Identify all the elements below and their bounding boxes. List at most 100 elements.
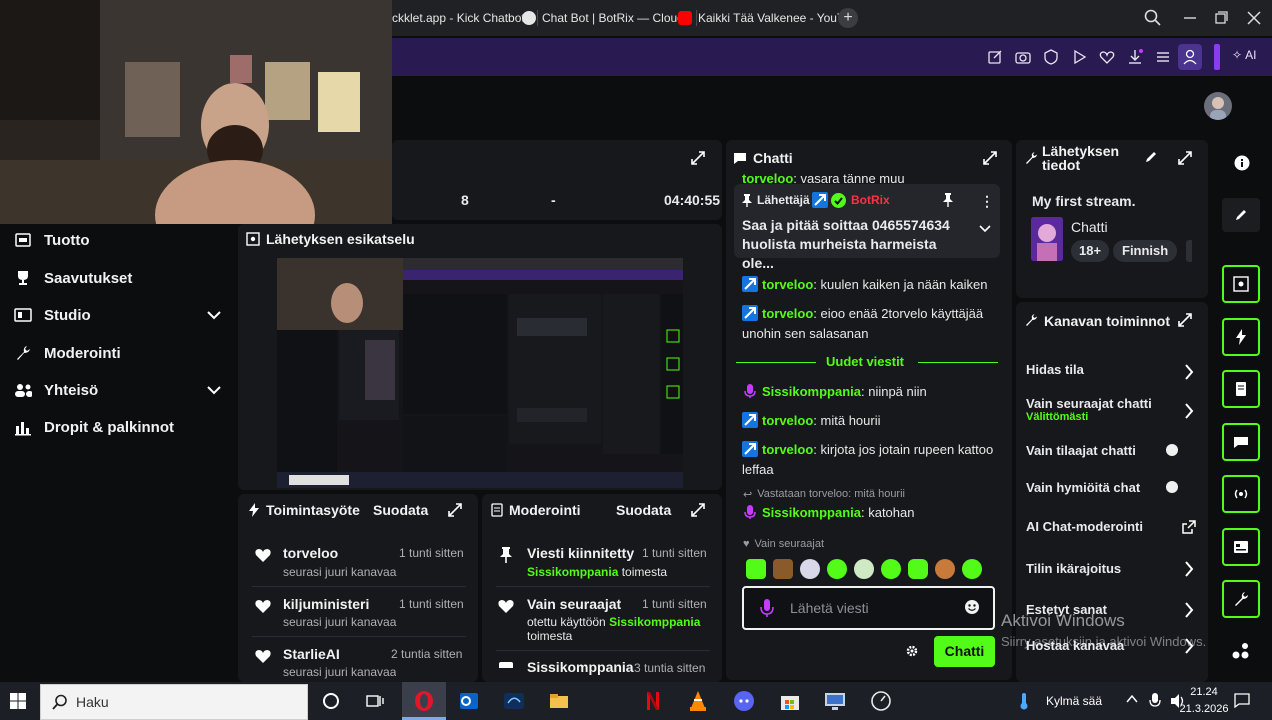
activity-user[interactable]: kiljuministeri (283, 596, 369, 612)
emote-icon[interactable] (935, 559, 955, 579)
sidebar-item-dropit[interactable]: Dropit & palkinnot (14, 416, 222, 438)
profile-button[interactable] (1178, 44, 1202, 70)
chevron-down-icon[interactable] (206, 310, 222, 320)
sidebar-item-tuotto[interactable]: Tuotto (14, 229, 222, 251)
new-tab-button[interactable]: + (838, 8, 858, 28)
emote-icon[interactable] (827, 559, 847, 579)
play-icon[interactable] (1070, 48, 1088, 66)
category-name[interactable]: Chatti (1071, 219, 1108, 235)
activity-user[interactable]: torveloo (283, 545, 338, 561)
chat-username[interactable]: torveloo (762, 442, 813, 457)
microsoft-store-icon[interactable] (773, 686, 807, 716)
popout-icon[interactable] (690, 150, 706, 166)
rail-chat-button[interactable] (1222, 423, 1260, 461)
file-explorer-icon[interactable] (542, 686, 576, 716)
action-slow-mode[interactable]: Hidas tila (1026, 362, 1202, 382)
minimize-window-icon[interactable] (1180, 8, 1200, 28)
clock-date[interactable]: 21.3.2026 (1170, 703, 1238, 715)
clock-app-icon[interactable] (864, 686, 898, 716)
emote-icon[interactable] (881, 559, 901, 579)
emote-icon[interactable] (962, 559, 982, 579)
rail-stream-info-button[interactable] (1222, 528, 1260, 566)
chat-username[interactable]: torveloo (762, 277, 813, 292)
reply-context[interactable]: ↩ Vastataan torveloo: mitä hourii (743, 488, 905, 501)
popout-icon[interactable] (447, 502, 463, 518)
preview-video[interactable] (277, 258, 683, 488)
chevron-up-icon[interactable] (1126, 694, 1138, 704)
notification-icon[interactable] (1234, 692, 1250, 708)
disney-plus-icon[interactable] (497, 686, 531, 716)
emoji-icon[interactable] (965, 600, 979, 614)
chat-username[interactable]: torveloo (762, 413, 813, 428)
emote-icon[interactable] (854, 559, 874, 579)
pinned-author[interactable]: BotRix (851, 193, 890, 207)
rail-moderation-button[interactable] (1222, 370, 1260, 408)
outlook-icon[interactable] (452, 686, 486, 716)
pencil-icon[interactable] (1144, 150, 1158, 164)
emote-icon[interactable] (800, 559, 820, 579)
edit-layout-button[interactable] (1222, 198, 1260, 232)
popout-icon[interactable] (1177, 150, 1193, 166)
sidebar-item-studio[interactable]: Studio (14, 304, 222, 326)
opera-browser-icon[interactable] (407, 686, 441, 716)
popout-icon[interactable] (690, 502, 706, 518)
action-account-age[interactable]: Tilin ikärajoitus (1026, 561, 1202, 581)
chat-username[interactable]: torveloo (762, 306, 813, 321)
restore-window-icon[interactable] (1211, 8, 1231, 28)
menu-icon[interactable] (1154, 48, 1172, 66)
popout-icon[interactable] (1177, 312, 1193, 328)
weather-text[interactable]: Kylmä sää (1046, 694, 1102, 708)
rail-activity-button[interactable] (1222, 318, 1260, 356)
edit-icon[interactable] (986, 48, 1004, 66)
ai-button[interactable]: ✧ AI (1232, 48, 1256, 62)
rail-preview-button[interactable] (1222, 265, 1260, 303)
sidebar-item-saavutukset[interactable]: Saavutukset (14, 267, 222, 289)
discord-icon[interactable] (727, 686, 761, 716)
chat-username[interactable]: torveloo (742, 171, 793, 184)
more-options-icon[interactable]: ⋮ (980, 193, 994, 210)
chat-username[interactable]: Sissikomppania (762, 505, 861, 520)
tag-chip[interactable]: Finnish (1113, 240, 1178, 262)
camera-icon[interactable] (1014, 48, 1032, 66)
task-view-icon[interactable] (358, 686, 392, 716)
action-followers-only[interactable]: Vain seuraajat chatti Välittömästi (1026, 396, 1202, 426)
windows-start-icon[interactable] (10, 693, 26, 709)
action-ai-moderation[interactable]: AI Chat-moderointi (1026, 519, 1202, 539)
rail-broadcast-button[interactable] (1222, 475, 1260, 513)
tab-botrix[interactable]: Chat Bot | BotRix — Cloud (522, 6, 697, 30)
moderation-user[interactable]: Sissikomppania (609, 615, 700, 629)
category-thumbnail[interactable] (1031, 217, 1063, 261)
netflix-icon[interactable] (636, 686, 670, 716)
vlc-icon[interactable] (681, 686, 715, 716)
tab-youtube[interactable]: Kaikki Tää Valkenee - YouT (678, 6, 844, 30)
cortana-icon[interactable] (314, 686, 348, 716)
rail-channel-actions-button[interactable] (1222, 580, 1260, 618)
clock-time[interactable]: 21.24 (1178, 686, 1230, 698)
remote-desktop-icon[interactable] (818, 686, 852, 716)
moderation-filter-button[interactable]: Suodata (616, 502, 671, 518)
chevron-down-icon[interactable] (979, 225, 991, 233)
sidebar-item-yhteiso[interactable]: Yhteisö (14, 379, 222, 401)
heart-icon[interactable] (1098, 48, 1116, 66)
moderation-user[interactable]: Sissikomppania (527, 565, 618, 579)
emote-icon[interactable] (908, 559, 928, 579)
emote-icon[interactable] (746, 559, 766, 579)
info-icon[interactable] (1234, 155, 1250, 171)
settings-gear-icon[interactable] (905, 644, 919, 658)
close-window-icon[interactable] (1244, 8, 1264, 28)
chevron-down-icon[interactable] (206, 385, 222, 395)
tab-search-icon[interactable] (1143, 8, 1163, 28)
sidebar-item-moderointi[interactable]: Moderointi (14, 342, 222, 364)
popout-icon[interactable] (982, 150, 998, 166)
tag-chip[interactable]: 18+ (1071, 240, 1110, 262)
shield-icon[interactable] (1042, 48, 1060, 66)
activity-user[interactable]: StarlieAI (283, 646, 340, 662)
chat-username[interactable]: Sissikomppania (762, 384, 861, 399)
unpin-icon[interactable] (942, 192, 954, 208)
tab-kick-chatbot[interactable]: ckklet.app - Kick Chatbot (392, 6, 538, 30)
user-avatar[interactable] (1204, 92, 1232, 120)
download-icon[interactable] (1126, 48, 1144, 66)
emote-icon[interactable] (773, 559, 793, 579)
send-chat-button[interactable]: Chatti (934, 636, 995, 667)
activity-filter-button[interactable]: Suodata (373, 502, 428, 518)
